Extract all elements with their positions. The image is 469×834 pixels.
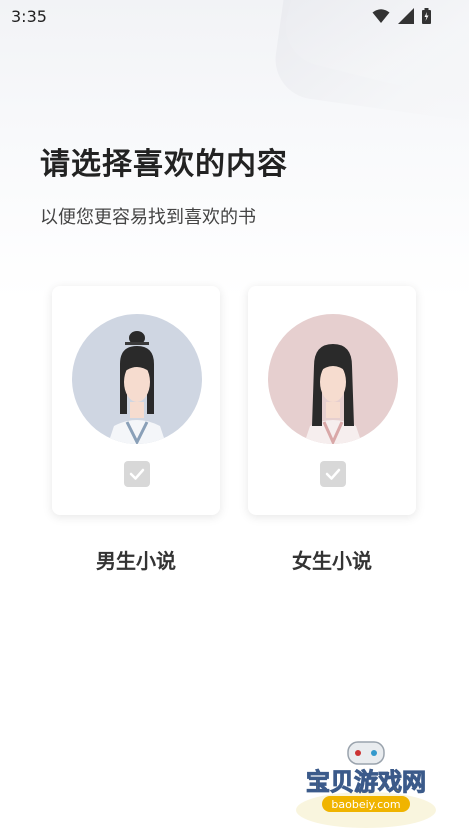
male-novel-label[interactable]: 男生小说 [52,545,220,574]
status-icons [372,8,431,24]
status-bar: 3:35 [0,0,469,34]
svg-text:baobeiy.com: baobeiy.com [331,798,400,811]
battery-icon [422,8,431,24]
status-time: 3:35 [11,7,47,26]
female-avatar-icon [268,314,398,444]
wifi-icon [372,9,390,23]
check-icon [325,468,341,480]
male-option-checkbox[interactable] [124,461,150,487]
watermark-logo: 宝贝游戏网 baobeiy.com [296,741,436,828]
page-subtitle: 以便您更容易找到喜欢的书 [40,207,256,228]
check-icon [129,468,145,480]
signal-icon [398,8,414,24]
page-title: 请选择喜欢的内容 [40,147,288,182]
male-novel-option-card[interactable] [52,286,220,515]
female-novel-label[interactable]: 女生小说 [248,545,416,574]
male-avatar-icon [72,314,202,444]
female-option-checkbox[interactable] [320,461,346,487]
svg-text:宝贝游戏网: 宝贝游戏网 [306,768,426,796]
female-novel-option-card[interactable] [248,286,416,515]
